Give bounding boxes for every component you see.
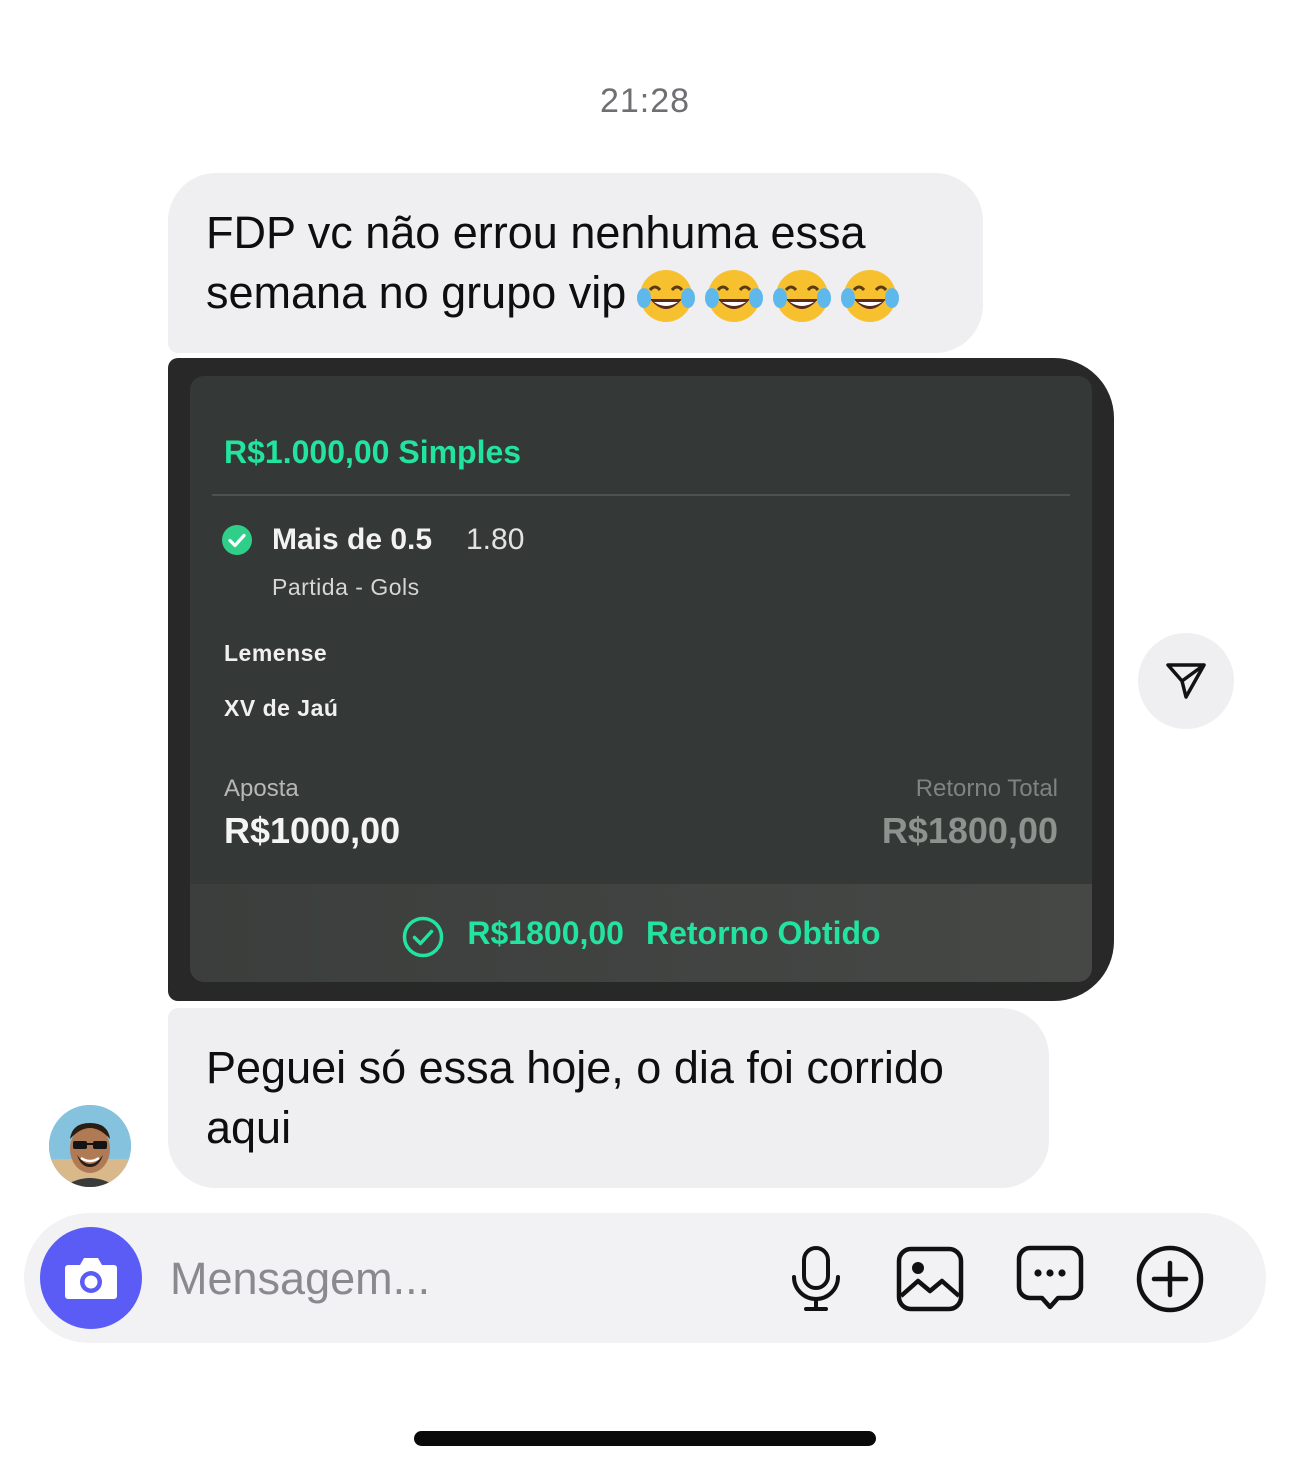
footer-content: R$1800,00 Retorno Obtido	[190, 884, 1092, 982]
voice-message-button[interactable]	[780, 1243, 852, 1315]
message-line-2-text: semana no grupo vip	[206, 267, 627, 318]
selection-name: Mais de 0.5	[272, 523, 433, 556]
message-text: Peguei só essa hoje, o dia foi corrido a…	[206, 1038, 1019, 1158]
selection-odds: 1.80	[466, 523, 525, 556]
message-line-1: Peguei só essa hoje, o dia foi corrido	[206, 1042, 944, 1093]
face-with-tears-of-joy-icon	[841, 270, 900, 323]
selection-won-check-icon	[222, 525, 252, 555]
team-away: XV de Jaú	[224, 695, 339, 721]
footer-label: Retorno Obtido	[645, 914, 881, 951]
team-home: Lemense	[224, 640, 328, 666]
footer-amount: R$1800,00	[467, 914, 624, 951]
message-line-2: aqui	[206, 1102, 292, 1153]
camera-button[interactable]	[40, 1227, 142, 1329]
message-line-1: FDP vc não errou nenhuma essa	[206, 207, 866, 258]
message-composer	[24, 1213, 1266, 1343]
stake-value: R$1000,00	[224, 810, 401, 851]
face-with-tears-of-joy-icon	[773, 270, 832, 323]
sticker-icon	[1016, 1245, 1084, 1310]
home-indicator[interactable]	[414, 1431, 876, 1446]
message-text: FDP vc não errou nenhuma essa semana no …	[206, 203, 953, 326]
message-bubble-incoming[interactable]: Peguei só essa hoje, o dia foi corrido a…	[168, 1008, 1049, 1188]
bet-slip-card: R$1.000,00 Simples Mais de 0.5 1.80 Part…	[190, 376, 1092, 982]
bet-slip-message[interactable]: R$1.000,00 Simples Mais de 0.5 1.80 Part…	[168, 358, 1114, 1001]
bet-footer: R$1800,00 Retorno Obtido	[190, 884, 1092, 982]
message-input[interactable]	[170, 1249, 730, 1309]
bet-title: R$1.000,00 Simples	[224, 434, 522, 470]
gallery-icon	[896, 1246, 964, 1312]
message-line-2: semana no grupo vip	[206, 263, 953, 326]
return-label: Retorno Total	[915, 775, 1058, 802]
return-check-icon	[403, 916, 444, 958]
send-icon	[1166, 663, 1206, 699]
face-with-tears-of-joy-icon	[637, 270, 696, 323]
market-name: Partida - Gols	[272, 574, 420, 600]
share-button[interactable]	[1138, 633, 1234, 729]
plus-icon	[1136, 1245, 1204, 1313]
message-timestamp: 21:28	[599, 82, 691, 120]
stake-label: Aposta	[224, 775, 299, 802]
return-value: R$1800,00	[881, 810, 1058, 851]
face-with-tears-of-joy-icon	[705, 270, 764, 323]
gallery-button[interactable]	[894, 1243, 966, 1315]
sender-avatar[interactable]	[49, 1105, 131, 1187]
sticker-button[interactable]	[1014, 1243, 1086, 1315]
bet-divider	[212, 494, 1070, 496]
avatar-image	[49, 1105, 131, 1187]
more-options-button[interactable]	[1134, 1243, 1206, 1315]
microphone-icon	[792, 1246, 840, 1311]
camera-icon	[65, 1258, 117, 1299]
emoji-row	[636, 266, 900, 326]
message-bubble-incoming[interactable]: FDP vc não errou nenhuma essa semana no …	[168, 173, 983, 353]
